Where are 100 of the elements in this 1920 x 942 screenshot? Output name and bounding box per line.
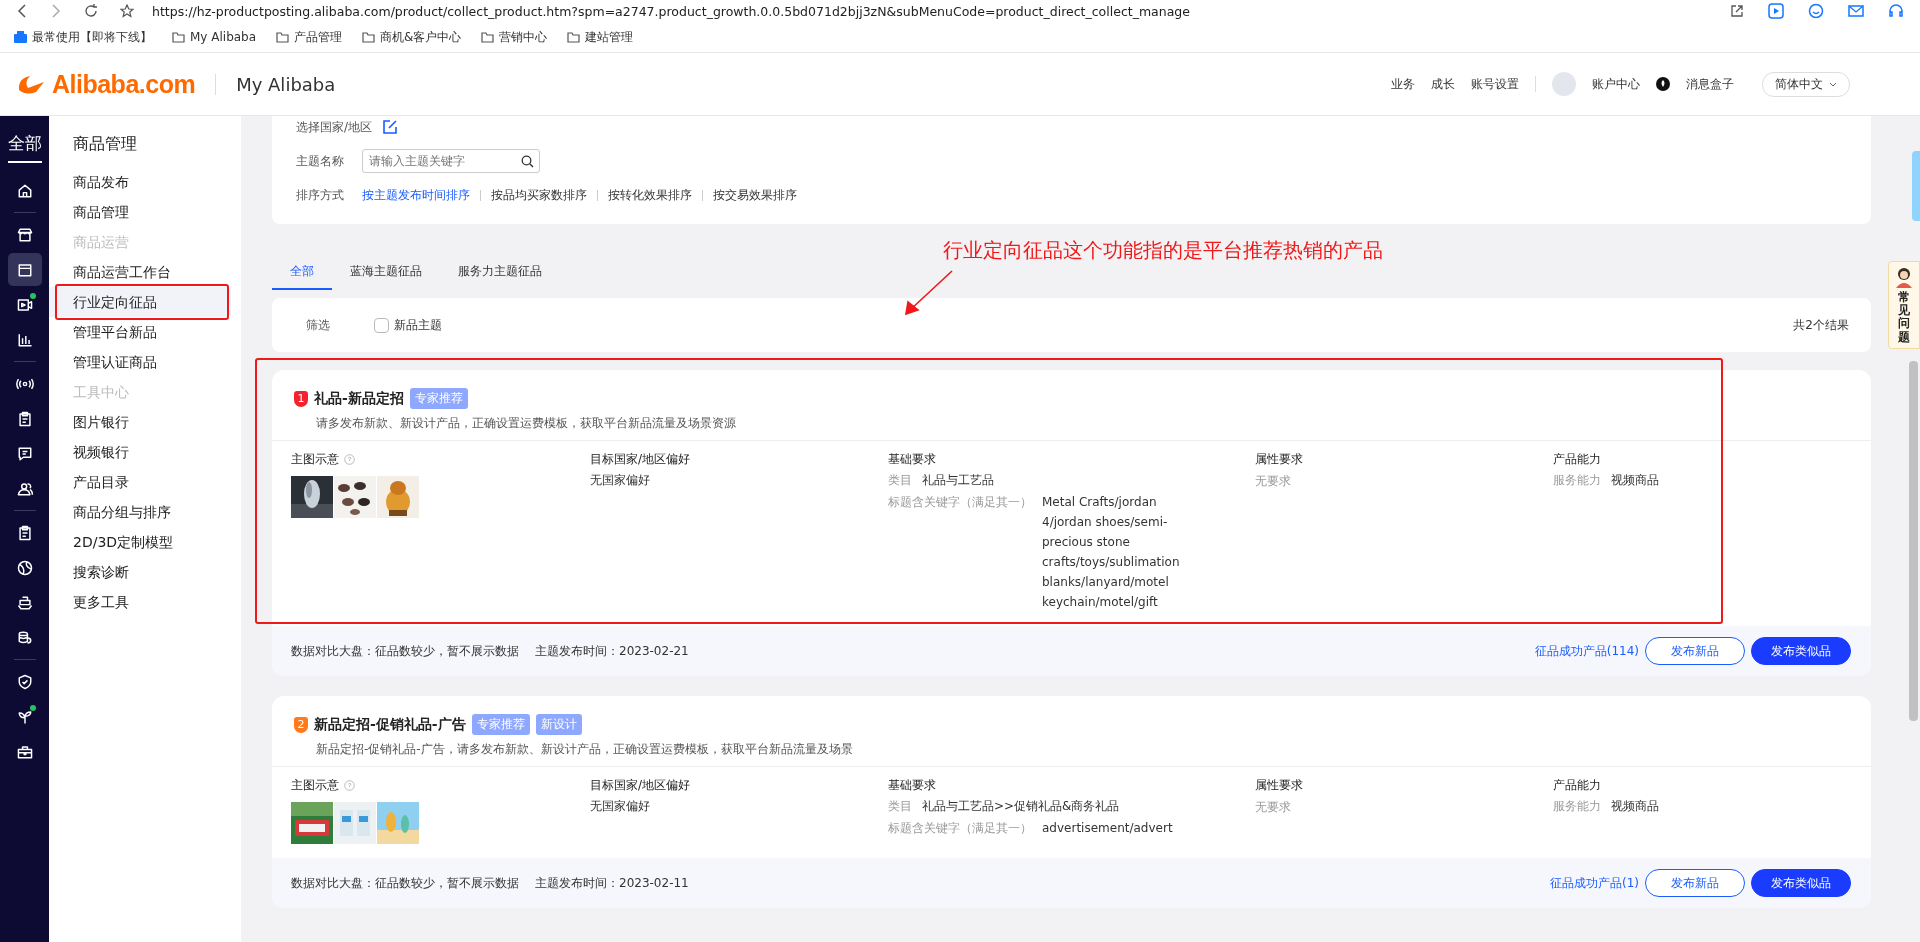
checkbox[interactable]: 新品主题 bbox=[374, 316, 442, 334]
back-icon[interactable] bbox=[16, 4, 28, 18]
column-value: 无国家偏好 bbox=[590, 472, 650, 489]
bookmark[interactable]: My Alibaba bbox=[172, 30, 257, 44]
header-link[interactable]: 业务 bbox=[1391, 75, 1415, 93]
bookmark[interactable]: 产品管理 bbox=[276, 28, 343, 46]
sidebar-item[interactable]: 2D/3D定制模型 bbox=[49, 527, 231, 557]
folder-icon bbox=[276, 31, 290, 43]
column-value: 无国家偏好 bbox=[590, 798, 650, 815]
column-title: 产品能力 bbox=[1553, 777, 1601, 794]
sidebar-item[interactable]: 更多工具 bbox=[49, 587, 231, 617]
tab[interactable]: 蓝海主题征品 bbox=[332, 255, 440, 290]
star-icon[interactable] bbox=[120, 4, 134, 18]
field-label: 类目 bbox=[888, 798, 912, 815]
result-count: 共2个结果 bbox=[1793, 316, 1849, 334]
search-icon[interactable] bbox=[521, 155, 534, 168]
success-link[interactable]: 征品成功产品(1) bbox=[1550, 874, 1639, 892]
publish-new-button[interactable]: 发布新品 bbox=[1645, 869, 1745, 897]
category-value: 礼品与工艺品 bbox=[922, 472, 994, 489]
folder-icon bbox=[567, 31, 581, 43]
tag: 专家推荐 bbox=[409, 388, 468, 409]
bookmark[interactable]: 商机&客户中心 bbox=[362, 28, 462, 46]
bookmark[interactable]: 营销中心 bbox=[481, 28, 548, 46]
field-label: 标题含关键字（满足其一） bbox=[888, 494, 1032, 511]
annotation-text: 行业定向征品这个功能指的是平台推荐热销的产品 bbox=[943, 237, 1383, 264]
field-label: 类目 bbox=[888, 472, 912, 489]
publish-similar-button[interactable]: 发布类似品 bbox=[1751, 637, 1851, 665]
globe-icon bbox=[15, 558, 34, 577]
sidebar-item[interactable]: 搜索诊断 bbox=[49, 557, 231, 587]
sidebar-section: 工具中心 bbox=[49, 377, 231, 407]
sidebar-item[interactable]: 行业定向征品 bbox=[49, 287, 231, 317]
tab[interactable]: 服务力主题征品 bbox=[440, 255, 560, 290]
headset-icon[interactable] bbox=[1888, 3, 1904, 19]
tag: 新设计 bbox=[535, 714, 582, 735]
success-link[interactable]: 征品成功产品(114) bbox=[1534, 642, 1639, 660]
column-title: 目标国家/地区偏好 bbox=[590, 777, 691, 794]
theme-description: 新品定招-促销礼品-广告，请多发布新款、新设计产品，正确设置运费模板，获取平台新品流量及场景 bbox=[315, 741, 854, 758]
person-icon bbox=[1893, 266, 1915, 288]
header-link[interactable]: 成长 bbox=[1431, 75, 1455, 93]
sidebar-item[interactable]: 商品运营工作台 bbox=[49, 257, 231, 287]
rank-badge: 2 bbox=[294, 716, 308, 733]
sidebar-item[interactable]: 管理平台新品 bbox=[49, 317, 231, 347]
column-title: 目标国家/地区偏好 bbox=[590, 451, 691, 468]
messages-link[interactable]: 消息盒子 bbox=[1686, 75, 1734, 93]
publish-date: 主题发布时间：2023-02-11 bbox=[535, 874, 689, 892]
column-title: 基础要求 bbox=[888, 777, 936, 794]
account-link[interactable]: 账户中心 bbox=[1592, 75, 1640, 93]
field-label: 服务能力 bbox=[1553, 472, 1601, 489]
smile-icon[interactable] bbox=[1808, 3, 1824, 19]
sidebar-item[interactable]: 商品分组与排序 bbox=[49, 497, 231, 527]
edit-icon[interactable] bbox=[382, 119, 399, 135]
apps-icon bbox=[14, 31, 27, 43]
sidebar-item[interactable]: 产品目录 bbox=[49, 467, 231, 497]
rail-label[interactable]: 全部 bbox=[7, 132, 42, 163]
header-link[interactable]: 账号设置 bbox=[1471, 75, 1519, 93]
category-value: 礼品与工艺品>>促销礼品&商务礼品 bbox=[922, 798, 1120, 815]
field-label: 标题含关键字（满足其一） bbox=[888, 820, 1032, 837]
reload-icon[interactable] bbox=[84, 4, 98, 18]
sidebar-item[interactable]: 管理认证商品 bbox=[49, 347, 231, 377]
folder-icon bbox=[481, 31, 495, 43]
sort-option[interactable]: 按转化效果排序 bbox=[608, 186, 692, 204]
language-dropdown[interactable]: 简体中文 bbox=[1762, 71, 1850, 97]
sort-option[interactable]: 按品均买家数排序 bbox=[491, 186, 587, 204]
stats-text: 数据对比大盘：征品数较少，暂不展示数据 bbox=[291, 874, 519, 892]
theme-title: 礼品-新品定招 bbox=[314, 389, 404, 408]
stats-text: 数据对比大盘：征品数较少，暂不展示数据 bbox=[291, 642, 519, 660]
header-title: My Alibaba bbox=[215, 73, 336, 95]
sidebar-item[interactable]: 视频银行 bbox=[49, 437, 231, 467]
chevron-down-icon bbox=[1829, 81, 1837, 87]
play-icon[interactable] bbox=[1768, 3, 1784, 19]
annotation-arrow bbox=[904, 270, 954, 316]
field-label: 选择国家/地区 bbox=[296, 118, 373, 136]
tag: 专家推荐 bbox=[471, 714, 530, 735]
sidebar-item[interactable]: 商品管理 bbox=[49, 197, 231, 227]
help-tab[interactable]: 常见问题 bbox=[1888, 261, 1920, 349]
publish-similar-button[interactable]: 发布类似品 bbox=[1751, 869, 1851, 897]
publish-new-button[interactable]: 发布新品 bbox=[1645, 637, 1745, 665]
sort-option[interactable]: 按交易效果排序 bbox=[713, 186, 797, 204]
search-field[interactable]: 请输入主题关键字 bbox=[362, 149, 540, 173]
keyword-value: Metal Crafts/jordan 4/jordan shoes/semi-precious stone crafts/toys/sublimation blanks/lanyard/motel keychain/motel/gift bbox=[1042, 494, 1181, 611]
column-title: 基础要求 bbox=[888, 451, 936, 468]
tab[interactable]: 全部 bbox=[272, 255, 332, 290]
bookmark[interactable]: 建站管理 bbox=[567, 28, 634, 46]
notification-icon[interactable] bbox=[1656, 77, 1670, 91]
mail-icon[interactable] bbox=[1848, 4, 1864, 18]
sort-option[interactable]: 按主题发布时间排序 bbox=[362, 186, 470, 204]
column-title: 主图示意 bbox=[291, 777, 355, 794]
sidebar-item[interactable]: 商品发布 bbox=[49, 167, 231, 197]
scrollbar-thumb[interactable] bbox=[1909, 361, 1918, 721]
rail-item[interactable] bbox=[7, 253, 42, 286]
bookmark[interactable]: 最常使用【即将下线】 bbox=[14, 28, 152, 46]
sidebar-item[interactable]: 图片银行 bbox=[49, 407, 231, 437]
sidebar-section: 商品运营 bbox=[49, 227, 231, 257]
column-title: 主图示意 bbox=[291, 451, 355, 468]
column-title: 属性要求 bbox=[1255, 451, 1303, 468]
filter-label: 筛选 bbox=[306, 316, 331, 334]
field-label: 主题名称 bbox=[296, 152, 345, 170]
share-icon[interactable] bbox=[1730, 4, 1744, 18]
sidebar-title: 商品管理 bbox=[72, 134, 138, 155]
publish-date: 主题发布时间：2023-02-21 bbox=[535, 642, 689, 660]
